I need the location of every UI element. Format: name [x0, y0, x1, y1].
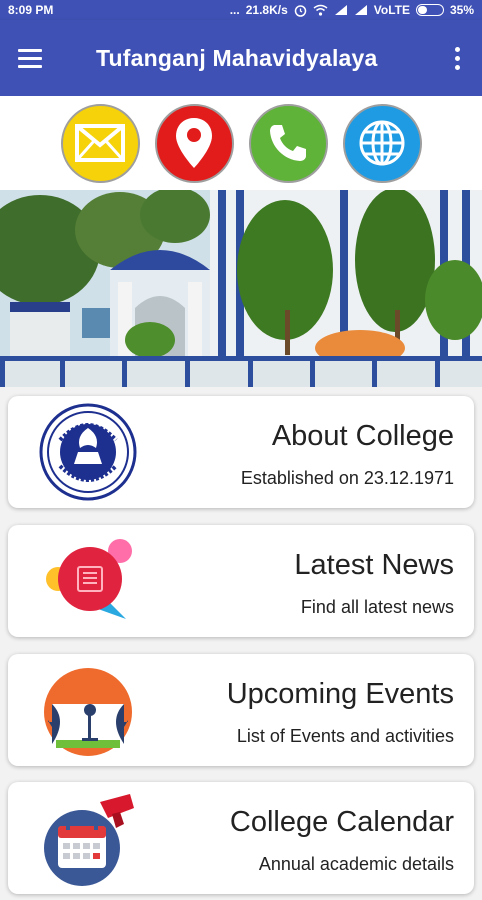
- status-time: 8:09 PM: [8, 3, 54, 17]
- wifi-icon: [313, 4, 328, 16]
- about-college-card[interactable]: About College Established on 23.12.1971: [8, 396, 474, 508]
- college-calendar-subtitle: Annual academic details: [258, 854, 454, 874]
- upcoming-events-subtitle: List of Events and activities: [236, 726, 454, 746]
- battery-icon: [415, 4, 444, 16]
- status-right-group: ... 21.8K/s VoLTE 35%: [230, 3, 474, 17]
- signal-icon: [334, 5, 347, 15]
- status-battery: 35%: [449, 3, 474, 17]
- stage-microphone-icon: [38, 660, 138, 760]
- alarm-icon: [294, 4, 306, 17]
- about-college-subtitle: Established on 23.12.1971: [240, 468, 454, 488]
- phone-icon: [270, 125, 306, 161]
- news-bubble-icon: [38, 531, 138, 631]
- college-calendar-card[interactable]: College Calendar Annual academic details: [8, 782, 474, 894]
- status-bar: 8:09 PM ... 21.8K/s VoLTE 35%: [0, 0, 482, 20]
- college-building-image: [0, 190, 482, 387]
- hamburger-menu-icon[interactable]: [0, 20, 60, 96]
- email-button[interactable]: [60, 103, 140, 183]
- signal-icon-2: [354, 5, 367, 15]
- page-title: Tufanganj Mahavidyalaya: [96, 44, 378, 71]
- latest-news-card[interactable]: Latest News Find all latest news: [8, 525, 474, 637]
- upcoming-events-title: Upcoming Events: [226, 678, 454, 710]
- envelope-icon: [75, 124, 125, 162]
- app-bar: Tufanganj Mahavidyalaya: [0, 20, 482, 96]
- phone-button[interactable]: [248, 103, 328, 183]
- about-college-title: About College: [271, 420, 454, 452]
- college-photo-banner: [0, 190, 482, 387]
- status-network: VoLTE: [373, 3, 410, 17]
- globe-icon: [359, 120, 405, 166]
- status-dots: ...: [229, 3, 240, 17]
- upcoming-events-card[interactable]: Upcoming Events List of Events and activ…: [8, 654, 474, 766]
- more-vert-icon[interactable]: [432, 20, 482, 96]
- college-seal-icon: [38, 402, 138, 502]
- calendar-graduation-icon: [38, 788, 138, 888]
- status-speed: 21.8K/s: [245, 3, 288, 17]
- latest-news-subtitle: Find all latest news: [300, 597, 454, 617]
- website-button[interactable]: [342, 103, 422, 183]
- college-calendar-title: College Calendar: [229, 806, 454, 838]
- location-pin-icon: [176, 118, 212, 168]
- contact-actions: [0, 96, 482, 190]
- latest-news-title: Latest News: [294, 549, 454, 581]
- location-button[interactable]: [154, 103, 234, 183]
